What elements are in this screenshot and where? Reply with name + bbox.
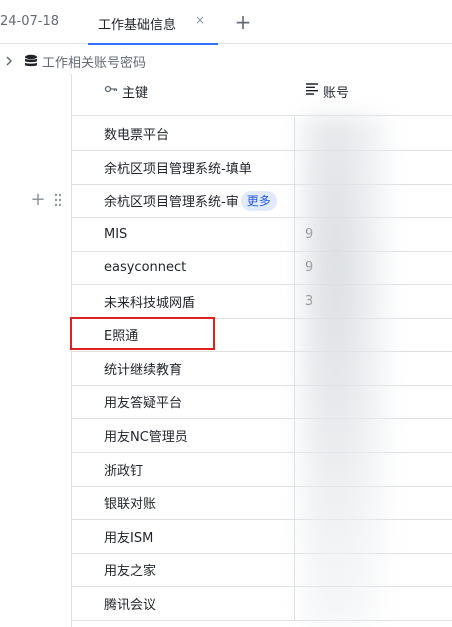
table-row[interactable]: 腾讯会议 [72,587,452,621]
cell-key[interactable]: 余杭区项目管理系统-填单 [72,151,295,184]
cell-account[interactable] [295,453,452,486]
table-row[interactable]: 未来科技城网盾 3 [72,285,452,319]
cell-key[interactable]: 统计继续教育 [72,352,295,385]
cell-key[interactable]: 未来科技城网盾 [72,285,295,318]
drag-handle-icon[interactable] [54,193,62,207]
cell-key[interactable]: MIS [72,218,295,251]
cell-key[interactable]: 数电票平台 [72,117,295,150]
column-header-account[interactable]: 账号 [295,74,452,108]
cell-account[interactable] [295,184,452,217]
grid-spacer-row [72,108,452,116]
cell-account[interactable]: 9 [295,251,452,284]
cell-account[interactable] [295,520,452,553]
cell-account[interactable] [295,151,452,184]
cell-key[interactable]: 用友之家 [72,553,295,586]
grid-header: 主键 账号 [72,74,452,108]
cell-key[interactable]: 腾讯会议 [72,587,295,620]
close-icon[interactable]: × [193,13,207,27]
tab-active-indicator [88,43,218,45]
cell-key[interactable]: easyconnect [72,251,295,284]
cell-key[interactable]: 用友ISM [72,520,295,553]
table-row[interactable]: E照通 [72,318,452,352]
add-tab-button[interactable]: + [233,12,253,32]
column-header-account-label: 账号 [323,85,350,101]
cell-account[interactable] [295,385,452,418]
tab-active[interactable]: 工作基础信息 × [88,0,218,45]
table-row[interactable]: easyconnect 9 [72,251,452,285]
column-header-key[interactable]: 主键 [72,74,295,108]
cell-key[interactable]: 用友NC管理员 [72,419,295,452]
cell-account[interactable] [295,486,452,519]
table-row[interactable]: 余杭区项目管理系统-审 更多 [72,184,452,218]
table-row[interactable]: 浙政钉 [72,453,452,487]
column-header-key-label: 主键 [122,85,149,101]
cell-key-text: 余杭区项目管理系统-审 [104,195,239,210]
cell-key[interactable]: 银联对账 [72,486,295,519]
table-row[interactable]: 用友NC管理员 [72,419,452,453]
table-row[interactable]: 银联对账 [72,486,452,520]
more-button[interactable]: 更多 [240,190,277,211]
cell-account[interactable] [295,117,452,150]
breadcrumb: 工作相关账号密码 [0,48,452,74]
cell-account[interactable] [295,352,452,385]
table-row[interactable]: 用友之家 [72,553,452,587]
cell-key[interactable]: 浙政钉 [72,453,295,486]
key-icon [104,82,122,100]
cell-account[interactable]: 9 [295,218,452,251]
table-row[interactable]: 用友ISM [72,520,452,554]
row-tools: + [30,191,70,209]
tab-previous[interactable]: 24-07-18 [0,14,59,29]
table-row[interactable]: 数电票平台 [72,117,452,151]
plus-icon[interactable]: + [30,191,46,209]
cell-account[interactable]: 3 [295,285,452,318]
data-grid: 主键 账号 数电票平台 余杭区项目管理系统-填单 余杭区项目管理系统-审 更多 … [71,74,452,627]
chevron-right-icon[interactable] [5,55,15,67]
cell-account[interactable] [295,318,452,351]
text-lines-icon [305,82,323,100]
tab-bar: 24-07-18 工作基础信息 × + [0,0,452,45]
cell-account[interactable] [295,587,452,620]
database-icon [23,53,39,69]
table-row[interactable]: 用友答疑平台 [72,385,452,419]
cell-account[interactable] [295,553,452,586]
cell-key[interactable]: 用友答疑平台 [72,385,295,418]
tab-active-label: 工作基础信息 [98,18,177,33]
cell-key[interactable]: 余杭区项目管理系统-审 更多 [72,184,295,217]
cell-account[interactable] [295,419,452,452]
table-row[interactable]: 统计继续教育 [72,352,452,386]
cell-key[interactable]: E照通 [72,318,295,351]
breadcrumb-title[interactable]: 工作相关账号密码 [42,52,146,71]
table-row[interactable]: MIS 9 [72,218,452,252]
table-row[interactable]: 余杭区项目管理系统-填单 [72,151,452,185]
